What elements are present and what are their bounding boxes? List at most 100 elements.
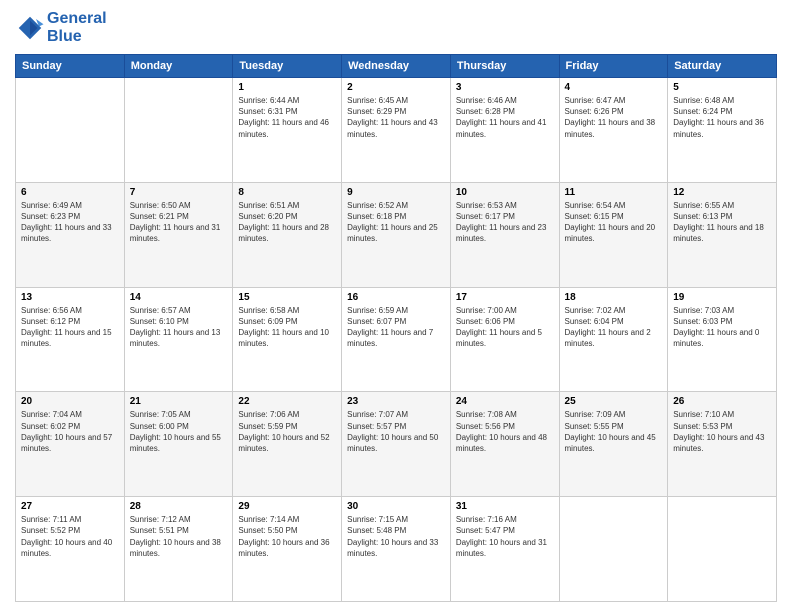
day-info: Sunrise: 7:06 AMSunset: 5:59 PMDaylight:… [238,409,336,454]
day-number: 31 [456,501,554,512]
day-info: Sunrise: 6:57 AMSunset: 6:10 PMDaylight:… [130,305,228,350]
calendar-cell: 16Sunrise: 6:59 AMSunset: 6:07 PMDayligh… [342,287,451,392]
day-number: 10 [456,187,554,198]
day-number: 14 [130,292,228,303]
day-info: Sunrise: 7:08 AMSunset: 5:56 PMDaylight:… [456,409,554,454]
weekday-header: Tuesday [233,55,342,78]
calendar-header-row: SundayMondayTuesdayWednesdayThursdayFrid… [16,55,777,78]
calendar-cell [124,78,233,183]
day-info: Sunrise: 7:11 AMSunset: 5:52 PMDaylight:… [21,514,119,559]
day-info: Sunrise: 6:56 AMSunset: 6:12 PMDaylight:… [21,305,119,350]
day-info: Sunrise: 6:58 AMSunset: 6:09 PMDaylight:… [238,305,336,350]
day-number: 30 [347,501,445,512]
day-number: 19 [673,292,771,303]
calendar-cell: 29 Sunrise: 7:14 AMSunset: 5:50 PMDayligh… [233,497,342,602]
day-number: 21 [130,396,228,407]
day-info: Sunrise: 6:47 AMSunset: 6:26 PMDaylight:… [565,95,663,140]
day-info: Sunrise: 6:50 AMSunset: 6:21 PMDaylight:… [130,200,228,245]
day-number: 26 [673,396,771,407]
day-info: Sunrise: 6:52 AMSunset: 6:18 PMDaylight:… [347,200,445,245]
day-number: 22 [238,396,336,407]
calendar-cell: 31 Sunrise: 7:16 AMSunset: 5:47 PMDayligh… [450,497,559,602]
day-info: Sunrise: 6:44 AMSunset: 6:31 PMDaylight:… [238,95,336,140]
day-number: 29 [238,501,336,512]
day-number: 11 [565,187,663,198]
day-info: Sunrise: 7:16 AMSunset: 5:47 PMDaylight:… [456,514,554,559]
calendar-cell: 22 Sunrise: 7:06 AMSunset: 5:59 PMDayligh… [233,392,342,497]
day-number: 13 [21,292,119,303]
day-info: Sunrise: 7:00 AMSunset: 6:06 PMDaylight:… [456,305,554,350]
day-number: 9 [347,187,445,198]
calendar-week-row: 13 Sunrise: 6:56 AMSunset: 6:12 PMDayligh… [16,287,777,392]
calendar-cell: 9 Sunrise: 6:52 AMSunset: 6:18 PMDaylight… [342,182,451,287]
day-number: 7 [130,187,228,198]
weekday-header: Monday [124,55,233,78]
day-number: 23 [347,396,445,407]
calendar-cell: 2Sunrise: 6:45 AMSunset: 6:29 PMDaylight… [342,78,451,183]
calendar-cell: 26 Sunrise: 7:10 AMSunset: 5:53 PMDayligh… [668,392,777,497]
calendar-cell: 5Sunrise: 6:48 AMSunset: 6:24 PMDaylight… [668,78,777,183]
day-number: 28 [130,501,228,512]
day-number: 17 [456,292,554,303]
weekday-header: Friday [559,55,668,78]
day-info: Sunrise: 7:04 AMSunset: 6:02 PMDaylight:… [21,409,119,454]
day-info: Sunrise: 7:02 AMSunset: 6:04 PMDaylight:… [565,305,663,350]
day-number: 15 [238,292,336,303]
weekday-header: Thursday [450,55,559,78]
day-info: Sunrise: 7:14 AMSunset: 5:50 PMDaylight:… [238,514,336,559]
calendar-week-row: 27 Sunrise: 7:11 AMSunset: 5:52 PMDayligh… [16,497,777,602]
calendar-cell [559,497,668,602]
day-info: Sunrise: 6:53 AMSunset: 6:17 PMDaylight:… [456,200,554,245]
day-number: 24 [456,396,554,407]
day-info: Sunrise: 6:54 AMSunset: 6:15 PMDaylight:… [565,200,663,245]
calendar-cell: 24 Sunrise: 7:08 AMSunset: 5:56 PMDayligh… [450,392,559,497]
calendar-cell: 25 Sunrise: 7:09 AMSunset: 5:55 PMDayligh… [559,392,668,497]
day-number: 20 [21,396,119,407]
day-info: Sunrise: 6:46 AMSunset: 6:28 PMDaylight:… [456,95,554,140]
day-info: Sunrise: 6:49 AMSunset: 6:23 PMDaylight:… [21,200,119,245]
calendar-cell: 30 Sunrise: 7:15 AMSunset: 5:48 PMDayligh… [342,497,451,602]
calendar-cell [16,78,125,183]
calendar-cell: 14 Sunrise: 6:57 AMSunset: 6:10 PMDayligh… [124,287,233,392]
day-info: Sunrise: 7:10 AMSunset: 5:53 PMDaylight:… [673,409,771,454]
day-number: 4 [565,82,663,93]
day-info: Sunrise: 7:09 AMSunset: 5:55 PMDaylight:… [565,409,663,454]
calendar-cell: 23 Sunrise: 7:07 AMSunset: 5:57 PMDayligh… [342,392,451,497]
day-number: 5 [673,82,771,93]
calendar-cell: 28 Sunrise: 7:12 AMSunset: 5:51 PMDayligh… [124,497,233,602]
day-number: 3 [456,82,554,93]
header: General Blue [15,10,777,46]
day-info: Sunrise: 6:51 AMSunset: 6:20 PMDaylight:… [238,200,336,245]
calendar-cell: 15 Sunrise: 6:58 AMSunset: 6:09 PMDayligh… [233,287,342,392]
day-info: Sunrise: 7:15 AMSunset: 5:48 PMDaylight:… [347,514,445,559]
day-info: Sunrise: 7:12 AMSunset: 5:51 PMDaylight:… [130,514,228,559]
calendar-cell: 3 Sunrise: 6:46 AMSunset: 6:28 PMDaylight… [450,78,559,183]
day-number: 12 [673,187,771,198]
day-info: Sunrise: 6:45 AMSunset: 6:29 PMDaylight:… [347,95,445,140]
day-number: 1 [238,82,336,93]
calendar-cell: 12 Sunrise: 6:55 AMSunset: 6:13 PMDayligh… [668,182,777,287]
day-info: Sunrise: 6:55 AMSunset: 6:13 PMDaylight:… [673,200,771,245]
calendar-cell: 4 Sunrise: 6:47 AMSunset: 6:26 PMDaylight… [559,78,668,183]
calendar-week-row: 6 Sunrise: 6:49 AMSunset: 6:23 PMDaylight… [16,182,777,287]
day-info: Sunrise: 7:07 AMSunset: 5:57 PMDaylight:… [347,409,445,454]
logo-text: General Blue [47,10,107,46]
page: General Blue SundayMondayTuesdayWednesda… [0,0,792,612]
calendar-cell: 13 Sunrise: 6:56 AMSunset: 6:12 PMDayligh… [16,287,125,392]
calendar-week-row: 20 Sunrise: 7:04 AMSunset: 6:02 PMDayligh… [16,392,777,497]
calendar-cell: 20 Sunrise: 7:04 AMSunset: 6:02 PMDayligh… [16,392,125,497]
day-number: 6 [21,187,119,198]
day-info: Sunrise: 6:59 AMSunset: 6:07 PMDaylight:… [347,305,445,350]
weekday-header: Saturday [668,55,777,78]
weekday-header: Sunday [16,55,125,78]
logo-icon [15,13,45,43]
day-info: Sunrise: 7:03 AMSunset: 6:03 PMDaylight:… [673,305,771,350]
day-number: 27 [21,501,119,512]
calendar-cell: 27 Sunrise: 7:11 AMSunset: 5:52 PMDayligh… [16,497,125,602]
calendar-cell: 17 Sunrise: 7:00 AMSunset: 6:06 PMDayligh… [450,287,559,392]
calendar-cell: 21 Sunrise: 7:05 AMSunset: 6:00 PMDayligh… [124,392,233,497]
day-info: Sunrise: 7:05 AMSunset: 6:00 PMDaylight:… [130,409,228,454]
calendar-table: SundayMondayTuesdayWednesdayThursdayFrid… [15,54,777,602]
day-number: 25 [565,396,663,407]
calendar-cell: 6 Sunrise: 6:49 AMSunset: 6:23 PMDaylight… [16,182,125,287]
